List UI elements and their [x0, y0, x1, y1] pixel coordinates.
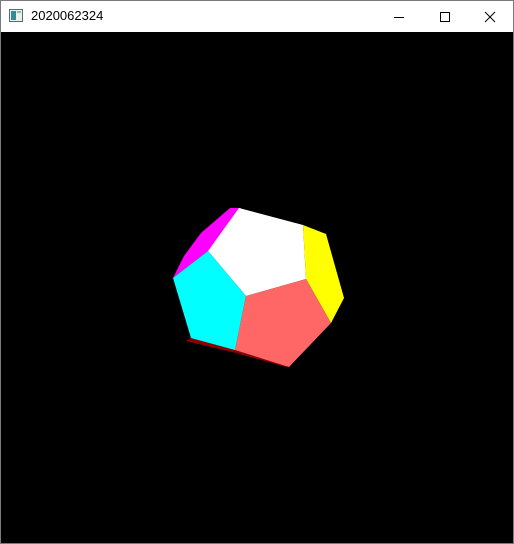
app-window-icon [9, 9, 23, 22]
maximize-button[interactable] [422, 1, 468, 32]
close-button[interactable] [467, 1, 513, 32]
title-bar[interactable]: 2020062324 [1, 1, 513, 32]
minimize-icon [394, 16, 404, 18]
opengl-canvas[interactable] [1, 32, 513, 543]
maximize-icon [440, 11, 450, 22]
render-viewport[interactable] [1, 32, 513, 543]
window-title: 2020062324 [31, 8, 104, 23]
app-window: 2020062324 [0, 0, 514, 544]
close-icon [484, 11, 496, 22]
minimize-button[interactable] [376, 1, 422, 32]
